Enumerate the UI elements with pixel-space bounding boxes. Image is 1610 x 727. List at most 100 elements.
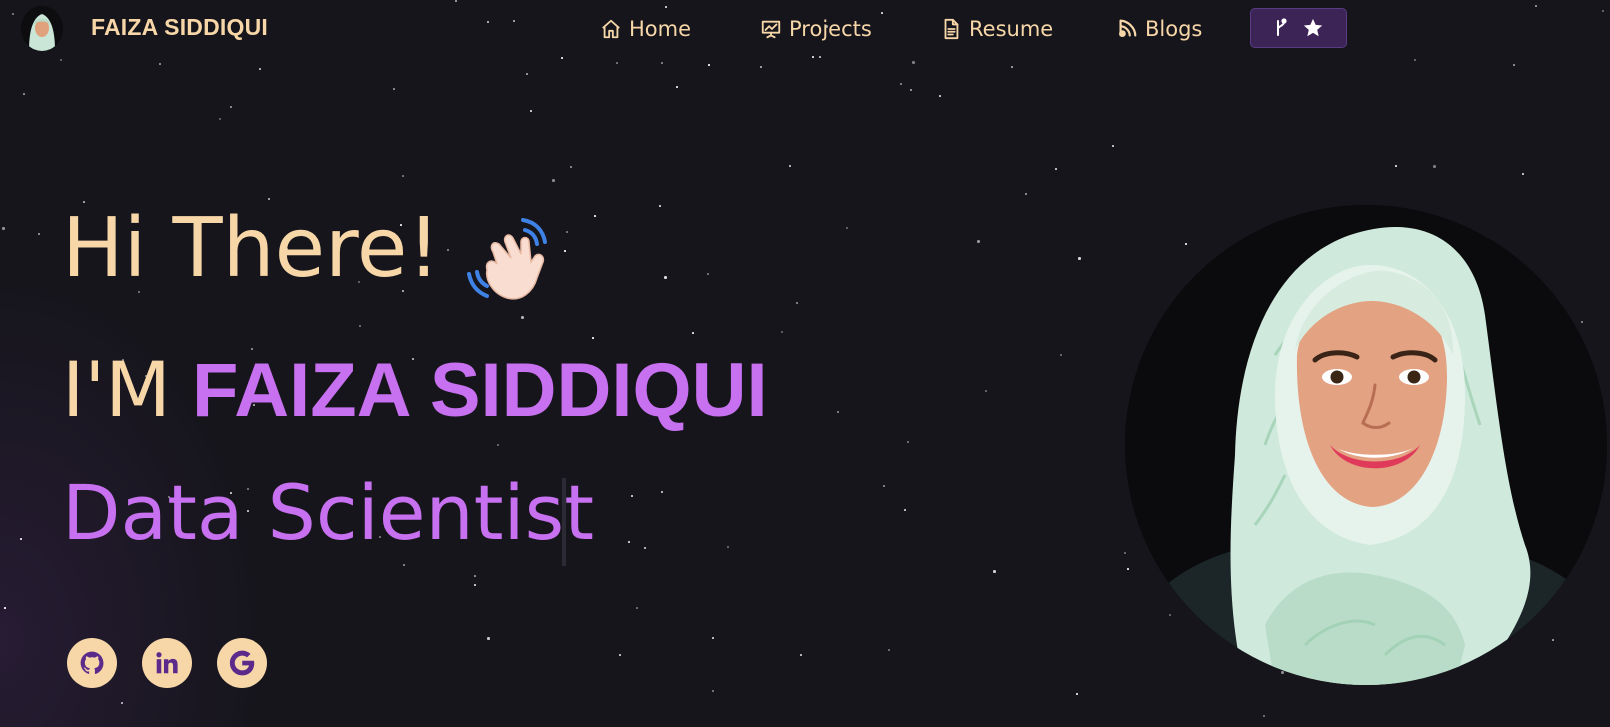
star-dot bbox=[359, 325, 361, 327]
waving-hand-icon bbox=[463, 212, 563, 312]
star-dot bbox=[1522, 173, 1524, 175]
star-dot bbox=[907, 441, 909, 443]
star-dot bbox=[846, 227, 848, 229]
star-dot bbox=[1025, 193, 1027, 195]
github-icon bbox=[79, 650, 105, 676]
hero-intro-prefix: I'M bbox=[62, 345, 171, 434]
star-dot bbox=[1414, 59, 1416, 61]
hero-intro: I'M FAIZA SIDDIQUI bbox=[62, 352, 768, 429]
navbar: FAIZA SIDDIQUI Home Projects Resume Blog… bbox=[0, 0, 1610, 58]
star-dot bbox=[1055, 168, 1057, 170]
google-icon bbox=[227, 648, 257, 678]
star-dot bbox=[1513, 64, 1515, 66]
star-dot bbox=[985, 390, 987, 392]
star-dot bbox=[1581, 321, 1583, 323]
presentation-chart-icon bbox=[760, 18, 782, 40]
git-fork-icon bbox=[1274, 18, 1288, 38]
star-dot bbox=[474, 584, 476, 586]
star-dot bbox=[912, 61, 915, 64]
star-dot bbox=[707, 273, 709, 275]
star-dot bbox=[497, 444, 499, 446]
star-dot bbox=[530, 110, 532, 112]
star-icon bbox=[1302, 17, 1324, 39]
star-dot bbox=[1185, 243, 1187, 245]
star-dot bbox=[708, 64, 710, 66]
star-dot bbox=[789, 165, 791, 167]
star-dot bbox=[636, 607, 638, 609]
nav-item-projects[interactable]: Projects bbox=[760, 12, 872, 46]
star-dot bbox=[1281, 671, 1284, 674]
star-dot bbox=[230, 106, 232, 108]
star-dot bbox=[664, 276, 667, 279]
typewriter-cursor bbox=[562, 478, 566, 566]
star-dot bbox=[594, 215, 596, 217]
star-dot bbox=[1552, 639, 1554, 641]
star-dot bbox=[474, 575, 476, 577]
star-dot bbox=[566, 231, 568, 233]
star-dot bbox=[570, 166, 572, 168]
star-dot bbox=[447, 249, 449, 251]
nav-item-blogs[interactable]: Blogs bbox=[1116, 12, 1202, 46]
star-dot bbox=[592, 337, 594, 339]
star-dot bbox=[159, 63, 161, 65]
star-dot bbox=[939, 95, 941, 97]
github-link[interactable] bbox=[67, 638, 117, 688]
star-dot bbox=[900, 83, 902, 85]
star-dot bbox=[1127, 568, 1129, 570]
star-dot bbox=[402, 175, 404, 177]
brand-avatar[interactable] bbox=[21, 6, 63, 51]
rss-icon bbox=[1116, 18, 1138, 40]
star-dot bbox=[219, 118, 221, 120]
star-dot bbox=[712, 690, 714, 692]
star-dot bbox=[993, 570, 996, 573]
star-dot bbox=[552, 179, 555, 182]
star-dot bbox=[1395, 165, 1397, 167]
star-dot bbox=[1433, 165, 1436, 168]
nav-item-label: Home bbox=[629, 17, 692, 41]
star-dot bbox=[121, 702, 123, 704]
brand-name[interactable]: FAIZA SIDDIQUI bbox=[91, 14, 268, 41]
nav-item-home[interactable]: Home bbox=[600, 12, 691, 46]
star-dot bbox=[631, 495, 633, 497]
nav-item-label: Projects bbox=[789, 17, 872, 41]
nav-item-label: Resume bbox=[969, 17, 1054, 41]
star-dot bbox=[888, 649, 890, 651]
star-dot bbox=[1112, 145, 1114, 147]
star-dot bbox=[837, 411, 839, 413]
hero-greeting: Hi There! bbox=[62, 201, 441, 296]
star-dot bbox=[659, 205, 661, 207]
hero-name: FAIZA SIDDIQUI bbox=[192, 348, 768, 433]
star-dot bbox=[796, 302, 798, 304]
star-dot bbox=[1124, 552, 1126, 554]
document-icon bbox=[940, 18, 962, 40]
star-dot bbox=[521, 316, 524, 319]
star-dot bbox=[781, 331, 783, 333]
star-dot bbox=[727, 546, 729, 548]
star-dot bbox=[1078, 257, 1081, 260]
star-dot bbox=[904, 509, 906, 511]
nav-item-resume[interactable]: Resume bbox=[940, 12, 1053, 46]
star-dot bbox=[564, 250, 566, 252]
star-dot bbox=[619, 654, 621, 656]
star-dot bbox=[393, 88, 395, 90]
star-dot bbox=[910, 89, 912, 91]
star-dot bbox=[644, 547, 646, 549]
portfolio-page: FAIZA SIDDIQUI Home Projects Resume Blog… bbox=[0, 0, 1610, 727]
star-dot bbox=[1011, 66, 1013, 68]
star-dot bbox=[760, 66, 762, 68]
star-dot bbox=[487, 637, 490, 640]
profile-portrait bbox=[1125, 205, 1607, 685]
github-repo-button[interactable] bbox=[1250, 8, 1347, 48]
star-dot bbox=[1169, 614, 1171, 616]
star-dot bbox=[628, 541, 630, 543]
star-dot bbox=[883, 485, 885, 487]
star-dot bbox=[676, 86, 678, 88]
star-dot bbox=[20, 538, 22, 540]
hero-role-typewriter: Data Scientist bbox=[62, 468, 594, 557]
star-dot bbox=[526, 73, 528, 75]
linkedin-link[interactable] bbox=[142, 638, 192, 688]
star-dot bbox=[1060, 354, 1062, 356]
star-dot bbox=[1263, 715, 1265, 717]
google-link[interactable] bbox=[217, 638, 267, 688]
star-dot bbox=[616, 62, 618, 64]
